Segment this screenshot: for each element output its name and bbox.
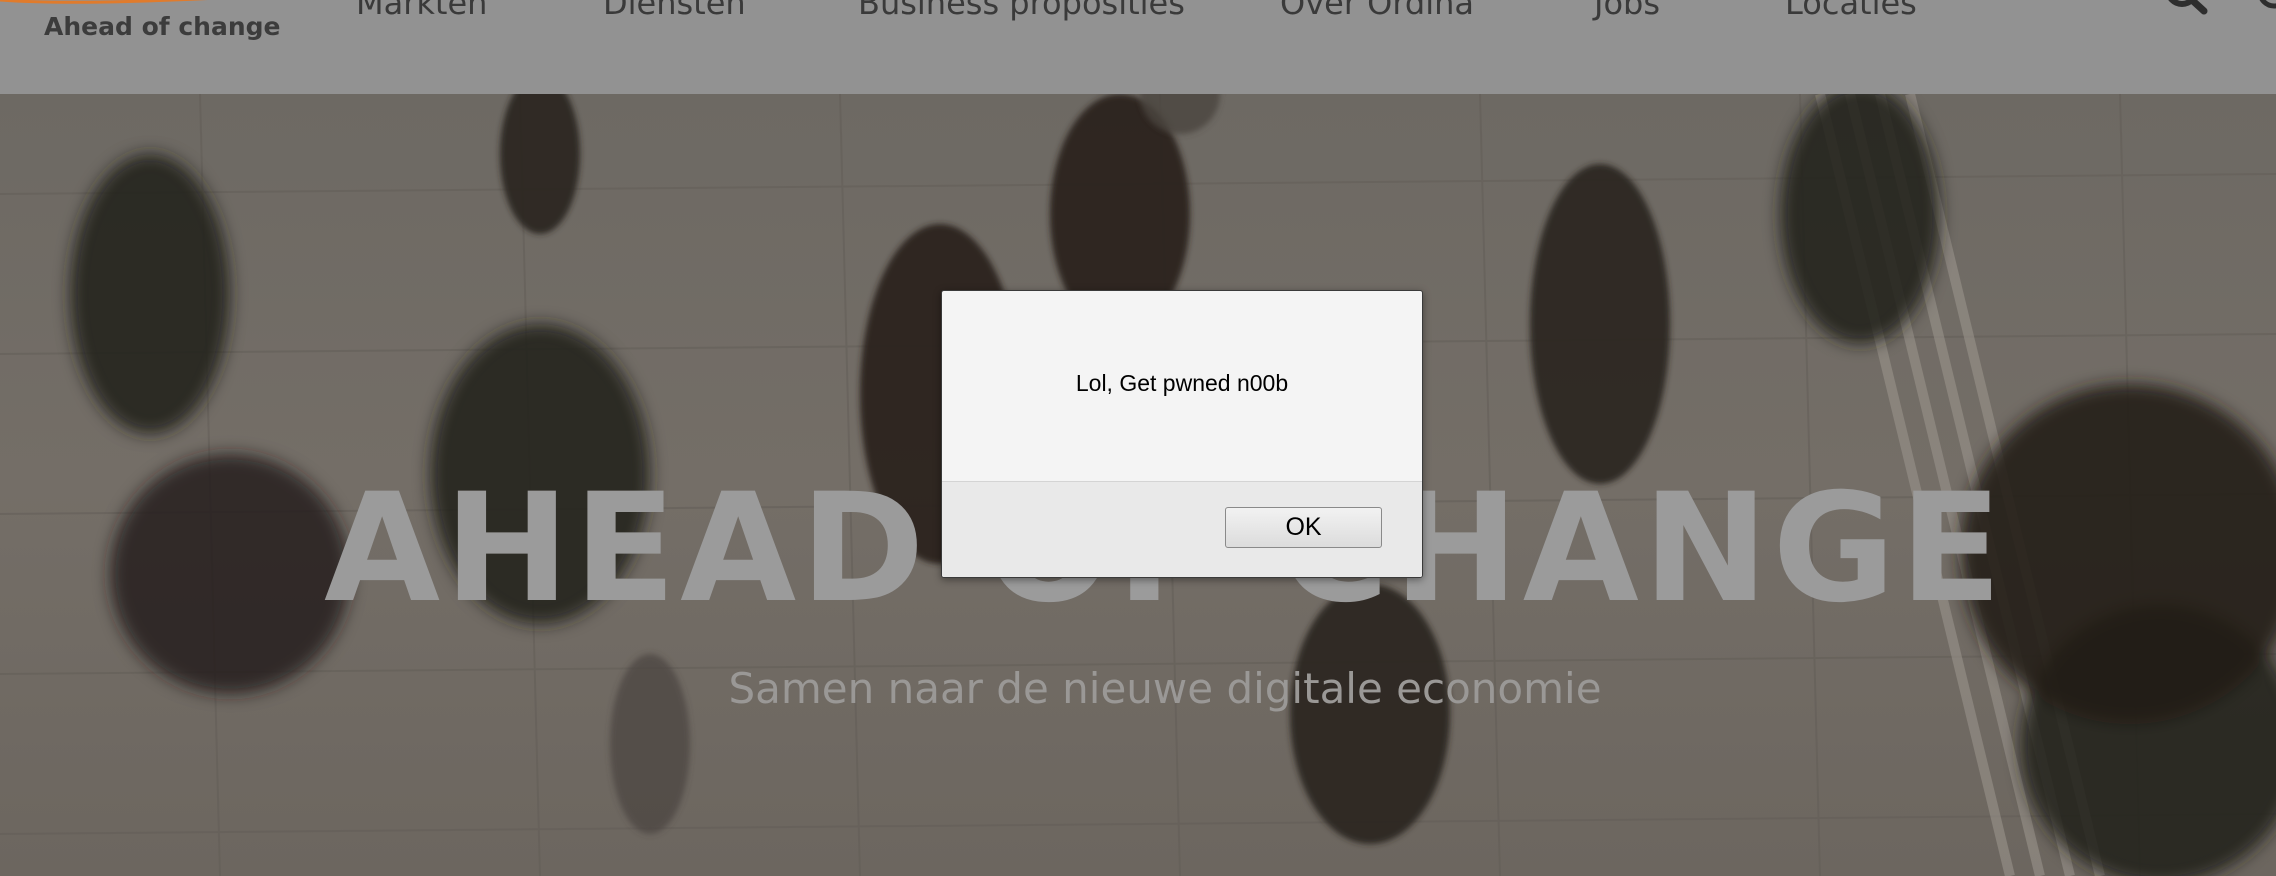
main-nav: Markten Diensten Business proposities Ov… — [0, 0, 2276, 40]
nav-item-locaties[interactable]: Locaties — [1785, 0, 1917, 22]
header-action-button[interactable] — [2248, 0, 2276, 18]
ok-button[interactable]: OK — [1225, 507, 1382, 548]
nav-item-business-proposities[interactable]: Business proposities — [858, 0, 1185, 22]
nav-item-diensten[interactable]: Diensten — [603, 0, 746, 22]
nav-item-over-ordina[interactable]: Over Ordina — [1280, 0, 1474, 22]
partial-icon — [2259, 0, 2276, 9]
alert-footer: OK — [942, 481, 1422, 577]
nav-item-jobs[interactable]: Jobs — [1594, 0, 1660, 22]
nav-item-markten[interactable]: Markten — [356, 0, 487, 22]
search-button[interactable] — [2160, 0, 2216, 20]
site-header: Ahead of change Markten Diensten Busines… — [0, 0, 2276, 94]
hero-subtitle: Samen naar de nieuwe digitale economie — [728, 664, 1602, 713]
alert-message: Lol, Get pwned n00b — [1075, 370, 1289, 396]
search-icon — [2168, 0, 2208, 15]
browser-page: Ahead of change Markten Diensten Busines… — [0, 0, 2276, 876]
alert-dialog: Lol, Get pwned n00b OK — [941, 290, 1423, 578]
